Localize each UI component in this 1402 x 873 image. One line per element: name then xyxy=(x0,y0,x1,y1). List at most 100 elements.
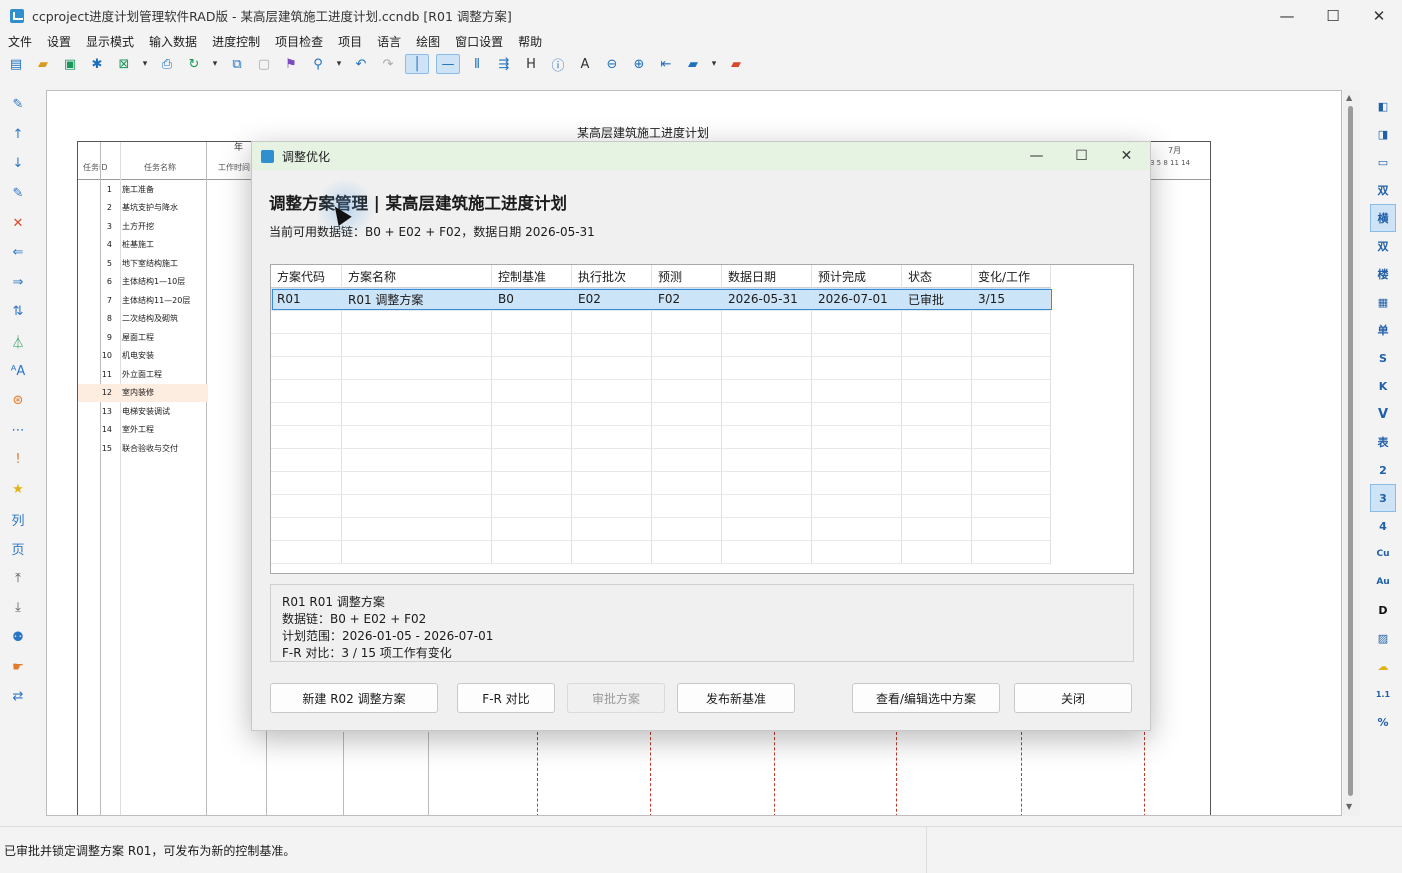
single-view-button[interactable]: 单 xyxy=(1370,316,1396,344)
task-row[interactable]: 7 主体结构11—20层 xyxy=(78,291,208,310)
au-button[interactable]: Au xyxy=(1370,568,1396,596)
task-row[interactable]: 15 联合验收与交付 xyxy=(78,439,208,458)
menu-file[interactable]: 文件 xyxy=(0,33,39,50)
close-window-button[interactable]: ✕ xyxy=(1356,0,1402,31)
search-icon[interactable]: ⚲ xyxy=(308,54,328,74)
chevron-down-icon[interactable]: ▾ xyxy=(710,54,718,74)
palette-icon[interactable]: ⊛ xyxy=(0,386,36,416)
print-icon[interactable]: ⎙ xyxy=(157,54,177,74)
scheme-table[interactable]: 方案代码 方案名称 控制基准 执行批次 预测 数据日期 预计完成 状态 变化/工… xyxy=(270,264,1134,574)
column-header-name[interactable]: 方案名称 xyxy=(342,265,492,288)
task-row[interactable]: 3 土方开挖 xyxy=(78,217,208,236)
outdent-icon[interactable]: ⇐ xyxy=(0,238,36,268)
open-folder-icon[interactable]: ▰ xyxy=(33,54,53,74)
layout-bottom-icon[interactable]: ▭ xyxy=(1370,148,1396,176)
edit-icon[interactable]: ✎ xyxy=(0,90,36,120)
dialog-minimize-button[interactable]: — xyxy=(1014,142,1059,170)
undo-icon[interactable]: ↶ xyxy=(351,54,371,74)
close-dialog-button[interactable]: 关闭 xyxy=(1014,683,1132,713)
double-view-button[interactable]: 双 xyxy=(1370,176,1396,204)
task-row[interactable]: 10 机电安装 xyxy=(78,347,208,366)
task-row[interactable]: 1 施工准备 xyxy=(78,180,208,199)
menu-display-mode[interactable]: 显示模式 xyxy=(78,33,141,50)
indent-icon[interactable]: ⇒ xyxy=(0,268,36,298)
back-icon[interactable]: ⇤ xyxy=(656,54,676,74)
task-row[interactable]: 11 外立面工程 xyxy=(78,365,208,384)
percent-button[interactable]: % xyxy=(1370,708,1396,736)
text-format-icon[interactable]: A xyxy=(575,54,595,74)
arrow-up-icon[interactable]: ↑ xyxy=(0,120,36,150)
refresh-icon[interactable]: ↻ xyxy=(184,54,204,74)
dialog-close-button[interactable]: ✕ xyxy=(1104,142,1149,170)
new-file-icon[interactable]: ▤ xyxy=(6,54,26,74)
k-button[interactable]: K xyxy=(1370,372,1396,400)
warning-icon[interactable]: ! xyxy=(0,445,36,475)
paste-icon[interactable]: ▢ xyxy=(254,54,274,74)
heading-icon[interactable]: H xyxy=(521,54,541,74)
sort-icon[interactable]: ⇶ xyxy=(494,54,514,74)
column-header-forecast[interactable]: 预测 xyxy=(652,265,722,288)
column-header-baseline[interactable]: 控制基准 xyxy=(492,265,572,288)
d-button[interactable]: D xyxy=(1370,596,1396,624)
maximize-button[interactable]: ☐ xyxy=(1310,0,1356,31)
vertical-scrollbar[interactable]: ▲ ▼ xyxy=(1343,90,1360,816)
dotted-line-icon[interactable]: ⋯ xyxy=(0,416,36,446)
edit-task-icon[interactable]: ✎ xyxy=(0,179,36,209)
chevron-down-icon[interactable]: ▾ xyxy=(335,54,343,74)
level-4-button[interactable]: 4 xyxy=(1370,512,1396,540)
cu-button[interactable]: Cu xyxy=(1370,540,1396,568)
column-header-code[interactable]: 方案代码 xyxy=(271,265,342,288)
task-row[interactable]: 8 二次结构及砌筑 xyxy=(78,310,208,329)
menu-project[interactable]: 项目 xyxy=(330,33,369,50)
task-row[interactable]: 14 室外工程 xyxy=(78,421,208,440)
zoom-in-icon[interactable]: ⊕ xyxy=(629,54,649,74)
menu-language[interactable]: 语言 xyxy=(369,33,408,50)
chevron-down-icon[interactable]: ▾ xyxy=(141,54,149,74)
level-3-button[interactable]: 3 xyxy=(1370,484,1396,512)
filter-icon[interactable]: ⏃ xyxy=(0,327,36,357)
column-header-batch[interactable]: 执行批次 xyxy=(572,265,652,288)
page-icon[interactable]: 页 xyxy=(0,534,36,564)
menu-project-check[interactable]: 项目检查 xyxy=(267,33,330,50)
v-button[interactable]: V xyxy=(1370,400,1396,428)
chevron-down-icon[interactable]: ▾ xyxy=(211,54,219,74)
level-2-button[interactable]: 2 xyxy=(1370,456,1396,484)
task-row[interactable]: 6 主体结构1—10层 xyxy=(78,273,208,292)
copy-icon[interactable]: ⧉ xyxy=(227,54,247,74)
menu-help[interactable]: 帮助 xyxy=(510,33,549,50)
minimize-button[interactable]: — xyxy=(1264,0,1310,31)
task-row[interactable]: 13 电梯安装调试 xyxy=(78,402,208,421)
layout-right-icon[interactable]: ◨ xyxy=(1370,120,1396,148)
format-brush-icon[interactable]: ⚑ xyxy=(281,54,301,74)
s-curve-button[interactable]: S xyxy=(1370,344,1396,372)
menu-input-data[interactable]: 输入数据 xyxy=(141,33,204,50)
menu-settings[interactable]: 设置 xyxy=(39,33,78,50)
view-edit-scheme-button[interactable]: 查看/编辑选中方案 xyxy=(852,683,1000,713)
column-header-finish[interactable]: 预计完成 xyxy=(812,265,902,288)
layout-left-icon[interactable]: ◧ xyxy=(1370,92,1396,120)
task-row[interactable]: 4 桩基施工 xyxy=(78,236,208,255)
menu-window-settings[interactable]: 窗口设置 xyxy=(447,33,510,50)
new-scheme-button[interactable]: 新建 R02 调整方案 xyxy=(270,683,438,713)
snowflake-icon[interactable]: ✱ xyxy=(87,54,107,74)
arrow-down-icon[interactable]: ↓ xyxy=(0,149,36,179)
dialog-maximize-button[interactable]: ☐ xyxy=(1059,142,1104,170)
zoom-out-icon[interactable]: ⊖ xyxy=(602,54,622,74)
vertical-line-icon[interactable]: │ xyxy=(405,54,429,74)
task-row[interactable]: 2 基坑支护与降水 xyxy=(78,199,208,218)
move-top-icon[interactable]: ⤒ xyxy=(0,564,36,594)
table-icon[interactable]: ▦ xyxy=(1370,288,1396,316)
horizontal-view-button[interactable]: 横 xyxy=(1370,204,1396,232)
column-header-change[interactable]: 变化/工作 xyxy=(972,265,1051,288)
redo-icon[interactable]: ↷ xyxy=(378,54,398,74)
hand-icon[interactable]: ☛ xyxy=(0,652,36,682)
red-folder-icon[interactable]: ▰ xyxy=(726,54,746,74)
floor-view-button[interactable]: 楼 xyxy=(1370,260,1396,288)
sort-icon[interactable]: ⇅ xyxy=(0,297,36,327)
column-header-data-date[interactable]: 数据日期 xyxy=(722,265,812,288)
scroll-thumb[interactable] xyxy=(1348,106,1353,796)
font-size-icon[interactable]: ᴬA xyxy=(0,356,36,386)
grid-pattern-icon[interactable]: ▨ xyxy=(1370,624,1396,652)
fr-compare-button[interactable]: F-R 对比 xyxy=(457,683,555,713)
info-icon[interactable]: ⓘ xyxy=(548,54,568,74)
